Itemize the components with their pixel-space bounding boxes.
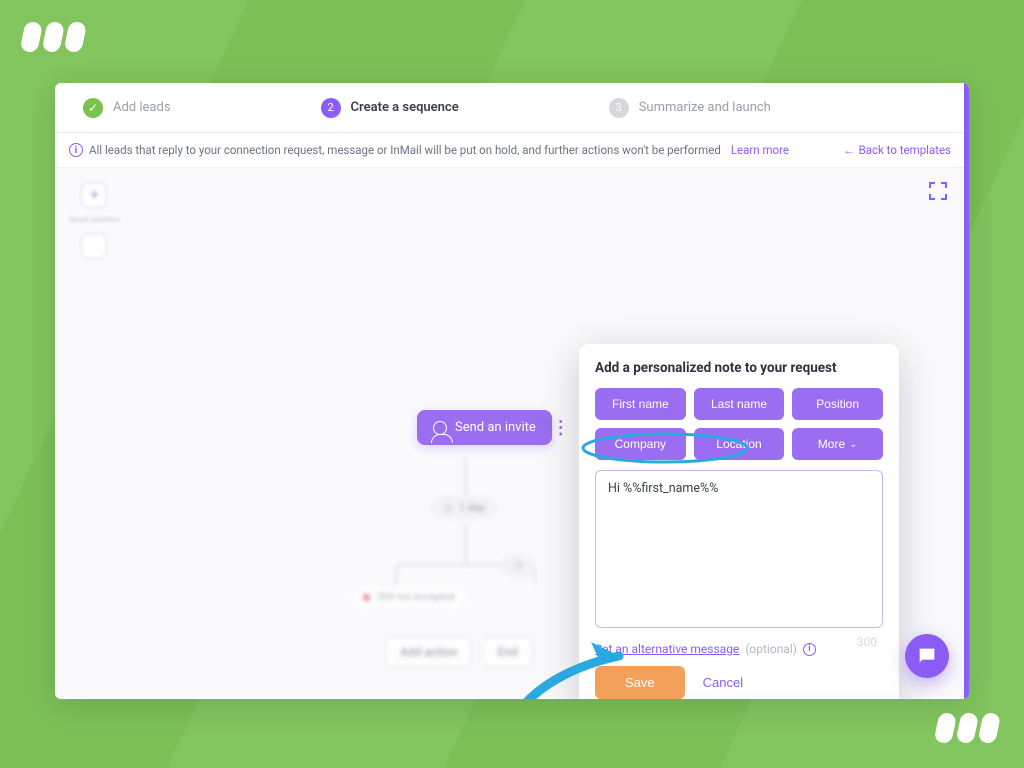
zoom-out-button[interactable] (81, 233, 107, 259)
sequence-canvas[interactable]: Reset position Send an invite ⋮ ◷ 1 day … (55, 168, 969, 698)
end-button[interactable]: End (482, 636, 532, 668)
step-create-sequence[interactable]: 2 Create a sequence (321, 98, 459, 118)
checkmark-icon: ✓ (83, 98, 103, 118)
brand-logo-bottom (931, 705, 1007, 754)
step-summarize-launch[interactable]: 3 Summarize and launch (609, 98, 771, 118)
step-number-icon: 3 (609, 98, 629, 118)
info-text: All leads that reply to your connection … (89, 143, 721, 157)
var-position-button[interactable]: Position (792, 388, 883, 420)
add-action-button[interactable]: Add action (385, 636, 472, 668)
node-menu-icon[interactable]: ⋮ (552, 417, 570, 438)
info-bar: i All leads that reply to your connectio… (55, 133, 969, 168)
step-label: Add leads (113, 100, 171, 115)
arrow-left-icon: ← (843, 143, 855, 157)
delay-chip: ◷ (501, 554, 535, 577)
var-company-button[interactable]: Company (595, 428, 686, 460)
var-location-button[interactable]: Location (694, 428, 785, 460)
timer-icon: ◷ (513, 559, 523, 572)
cancel-button[interactable]: Cancel (703, 675, 743, 690)
chevron-down-icon: ⌄ (849, 439, 857, 450)
popover-title: Add a personalized note to your request (595, 360, 883, 376)
reset-position-label[interactable]: Reset position (69, 216, 120, 225)
alt-message-link[interactable]: Set an alternative message (595, 642, 739, 656)
condition-chip: Still not accepted (353, 588, 465, 607)
delay-chip: ◷ 1 day (431, 496, 497, 519)
note-textarea[interactable]: Hi %%first_name%% (595, 470, 883, 628)
chat-icon (916, 645, 938, 667)
var-first-name-button[interactable]: First name (595, 388, 686, 420)
intercom-chat-button[interactable] (905, 634, 949, 678)
var-more-button[interactable]: More ⌄ (792, 428, 883, 460)
learn-more-link[interactable]: Learn more (731, 143, 789, 157)
step-label: Create a sequence (351, 100, 459, 115)
node-label: Send an invite (455, 420, 536, 435)
optional-label: (optional) (745, 642, 797, 656)
var-last-name-button[interactable]: Last name (694, 388, 785, 420)
fullscreen-icon[interactable] (929, 182, 947, 200)
step-number-icon: 2 (321, 98, 341, 118)
info-icon: i (69, 143, 83, 157)
wizard-stepper: ✓ Add leads 2 Create a sequence 3 Summar… (55, 83, 969, 133)
brand-logo-top (17, 14, 93, 63)
save-button[interactable]: Save (595, 666, 685, 699)
back-to-templates-link[interactable]: ← Back to templates (843, 143, 951, 157)
variable-buttons: First name Last name Position Company Lo… (595, 388, 883, 460)
info-icon[interactable]: i (803, 643, 816, 656)
back-label: Back to templates (859, 143, 951, 157)
step-add-leads[interactable]: ✓ Add leads (83, 98, 171, 118)
person-add-icon (433, 421, 447, 435)
step-label: Summarize and launch (639, 100, 771, 115)
zoom-in-button[interactable] (81, 182, 107, 208)
app-window: ✓ Add leads 2 Create a sequence 3 Summar… (55, 83, 969, 699)
char-limit: 300 (857, 635, 877, 649)
personalized-note-popover: Add a personalized note to your request … (579, 344, 899, 699)
node-send-invite[interactable]: Send an invite ⋮ (417, 410, 552, 445)
canvas-side-controls: Reset position (69, 182, 120, 259)
timer-icon: ◷ (443, 501, 453, 514)
